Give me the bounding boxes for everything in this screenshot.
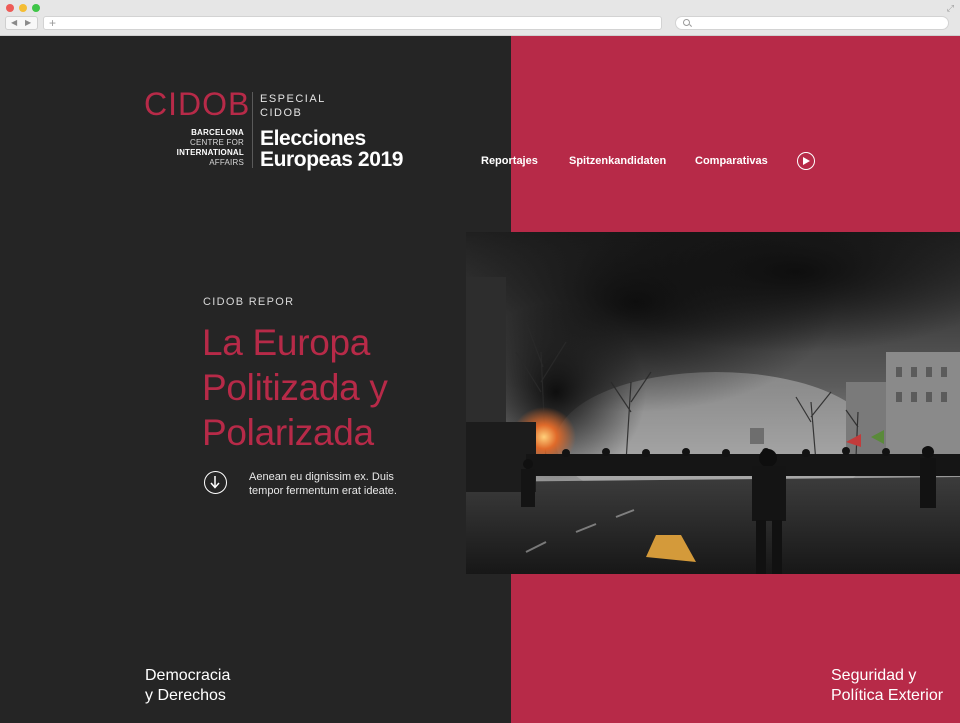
hero-headline[interactable]: La Europa Politizada y Polarizada <box>202 320 462 455</box>
play-circle-icon[interactable] <box>797 152 815 170</box>
browser-search-field[interactable] <box>675 16 949 30</box>
back-icon[interactable]: ◀ <box>11 17 17 29</box>
nav-spitzenkandidaten[interactable]: Spitzenkandidaten <box>569 155 666 167</box>
category-seguridad[interactable]: Seguridad y Política Exterior <box>831 666 943 706</box>
headline-line: Politizada y <box>202 367 388 408</box>
dek-line: Aenean eu dignissim ex. Duis <box>249 471 394 483</box>
hero-kicker: CIDOB REPOR <box>203 296 295 308</box>
especial-line: CIDOB <box>260 107 303 119</box>
new-tab-icon[interactable]: + <box>49 16 56 30</box>
maximize-window-button[interactable] <box>32 4 40 12</box>
nav-comparativas[interactable]: Comparativas <box>695 155 768 167</box>
hero-dek: Aenean eu dignissim ex. Duis tempor ferm… <box>249 470 397 498</box>
especial-label: ESPECIAL CIDOB <box>260 92 326 120</box>
headline-line: La Europa <box>202 322 371 363</box>
cidob-logo[interactable]: CIDOB <box>144 88 250 120</box>
category-line: Democracia <box>145 667 231 684</box>
logo-sub-line: INTERNATIONAL <box>176 148 244 157</box>
special-title-line: Europeas 2019 <box>260 148 404 171</box>
fullscreen-icon[interactable]: ⤢ <box>947 3 954 14</box>
page: CIDOB BARCELONA CENTRE FOR INTERNATIONAL… <box>0 36 960 723</box>
history-nav: ◀ ▶ <box>5 16 38 30</box>
category-line: y Derechos <box>145 687 226 704</box>
nav-reportajes[interactable]: Reportajes <box>481 155 538 167</box>
headline-line: Polarizada <box>202 412 374 453</box>
special-title-line: Elecciones <box>260 127 366 150</box>
logo-sub-line: CENTRE FOR <box>190 138 244 147</box>
category-line: Seguridad y <box>831 667 917 684</box>
browser-chrome: ◀ ▶ + ⤢ <box>0 0 960 36</box>
special-title: Elecciones Europeas 2019 <box>260 128 403 170</box>
logo-sub-line: AFFAIRS <box>209 158 244 167</box>
accent-panel-top <box>511 36 960 232</box>
especial-line: ESPECIAL <box>260 93 326 105</box>
arrow-down-circle-icon[interactable] <box>204 471 227 494</box>
address-bar[interactable]: + <box>43 16 662 30</box>
hero-photo <box>466 232 960 574</box>
logo-divider <box>252 92 253 168</box>
search-icon <box>683 19 690 26</box>
logo-subtitle: BARCELONA CENTRE FOR INTERNATIONAL AFFAI… <box>164 128 244 168</box>
logo-sub-line: BARCELONA <box>191 128 244 137</box>
forward-icon[interactable]: ▶ <box>25 17 31 29</box>
dek-line: tempor fermentum erat ideate. <box>249 485 397 497</box>
close-window-button[interactable] <box>6 4 14 12</box>
category-line: Política Exterior <box>831 687 944 704</box>
minimize-window-button[interactable] <box>19 4 27 12</box>
category-democracia[interactable]: Democracia y Derechos <box>145 666 230 706</box>
